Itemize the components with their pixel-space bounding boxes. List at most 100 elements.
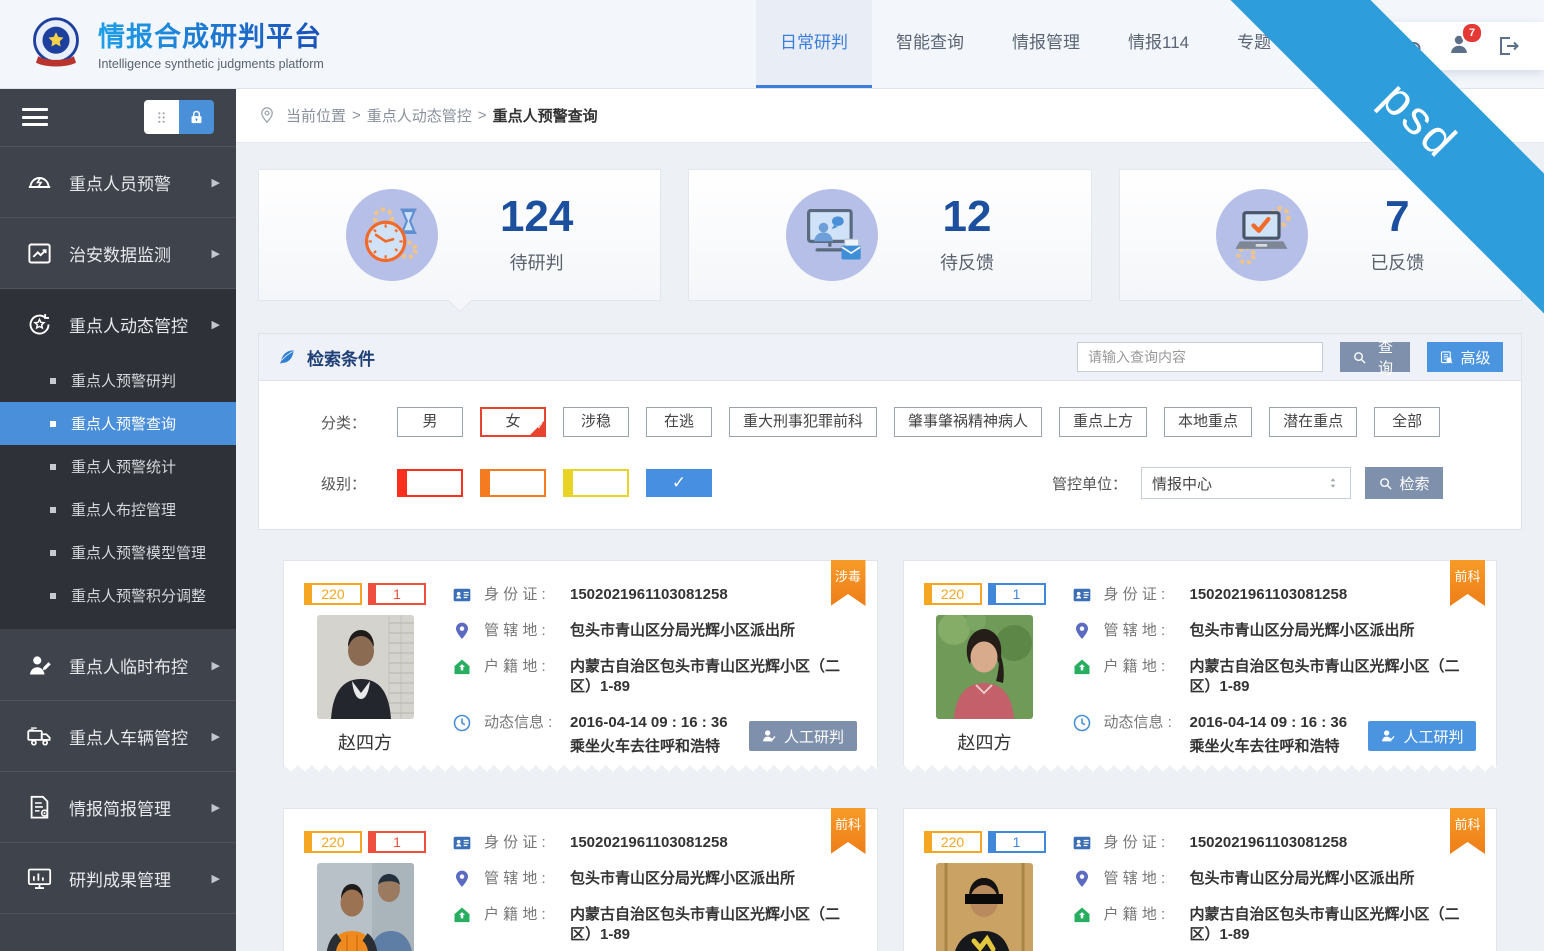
submenu-alert-query[interactable]: 重点人预警查询 <box>0 402 236 445</box>
stat-label: 待反馈 <box>940 249 994 275</box>
sidebar-item-dynamic-control[interactable]: 重点人动态管控 ▶ <box>0 289 236 359</box>
breadcrumb-prefix: 当前位置 <box>286 105 346 126</box>
registered-address: 内蒙古自治区包头市青山区光辉小区（二区）1-89 <box>570 657 857 697</box>
category-female[interactable]: 女 <box>480 407 546 437</box>
submenu-alert-research[interactable]: 重点人预警研判 <box>0 359 236 402</box>
category-major-crime[interactable]: 重大刑事犯罪前科 <box>729 407 877 437</box>
level-yellow[interactable] <box>563 469 629 497</box>
level-orange[interactable] <box>480 469 546 497</box>
category-local-key[interactable]: 本地重点 <box>1164 407 1252 437</box>
category-buttons: 男 女 涉稳 在逃 重大刑事犯罪前科 肇事肇祸精神病人 重点上方 本地重点 潜在… <box>397 407 1440 437</box>
category-all[interactable]: 全部 <box>1374 407 1440 437</box>
nav-tab-daily[interactable]: 日常研判 <box>756 0 872 88</box>
stat-label: 已反馈 <box>1370 249 1424 275</box>
nav-tab-smart-query[interactable]: 智能查询 <box>872 0 988 88</box>
user-menu[interactable]: 7 <box>1447 32 1471 61</box>
control-unit-select[interactable]: 情报中心 <box>1141 467 1351 499</box>
score-badge: 220 <box>304 831 362 853</box>
menu-icon[interactable] <box>22 104 48 131</box>
sidebar-item-temp-control[interactable]: 重点人临时布控 ▶ <box>0 630 236 701</box>
chevron-right-icon: ▶ <box>212 872 220 885</box>
score-badge: 220 <box>924 583 982 605</box>
page: 情报合成研判平台 Intelligence synthetic judgment… <box>0 0 1544 951</box>
manual-judge-button[interactable]: 人工研判 <box>1368 721 1476 751</box>
filter-header: 检索条件 查询 高级 <box>259 334 1521 381</box>
control-unit-value: 情报中心 <box>1152 473 1212 494</box>
stat-card-pending-judge[interactable]: 124 待研判 <box>258 169 661 301</box>
sort-arrows-icon <box>1326 476 1340 490</box>
stat-card-pending-feedback[interactable]: 12 待反馈 <box>688 169 1091 301</box>
clock-hourglass-icon <box>346 189 438 281</box>
sidebar-item-label: 重点人车辆管控 <box>69 724 188 749</box>
sidebar-item-briefing-mgmt[interactable]: 情报简报管理 ▶ <box>0 772 236 843</box>
jurisdiction: 包头市青山区分局光辉小区派出所 <box>570 869 795 889</box>
level-buttons <box>397 469 712 497</box>
content: 124 待研判 12 待反馈 7 已反馈 <box>236 143 1544 951</box>
sidebar-group-dynamic-control: 重点人动态管控 ▶ 重点人预警研判 重点人预警查询 重点人预警统计 重点人布控管… <box>0 289 236 630</box>
level-red[interactable] <box>397 469 463 497</box>
home-icon <box>452 657 472 677</box>
person-card: 前科 220 1 赵四方 身 份 证 :1502021961103081258 <box>903 808 1498 951</box>
feather-icon <box>277 347 297 367</box>
category-potential-key[interactable]: 潜在重点 <box>1269 407 1357 437</box>
registered-address: 内蒙古自治区包头市青山区光辉小区（二区）1-89 <box>1190 657 1477 697</box>
category-key-above[interactable]: 重点上方 <box>1059 407 1147 437</box>
nav-tab-intel114[interactable]: 情报114 <box>1104 0 1213 88</box>
vehicle-icon <box>26 723 53 750</box>
sidebar-item-security-data[interactable]: 治安数据监测 ▶ <box>0 218 236 289</box>
filter-body: 分类： 男 女 涉稳 在逃 重大刑事犯罪前科 肇事肇祸精神病人 重点上方 本地重… <box>259 381 1521 529</box>
sidebar-item-results-mgmt[interactable]: 研判成果管理 ▶ <box>0 843 236 914</box>
chevron-right-icon: ▶ <box>212 318 220 331</box>
sidebar-item-vehicle-control[interactable]: 重点人车辆管控 ▶ <box>0 701 236 772</box>
submenu-alert-stats[interactable]: 重点人预警统计 <box>0 445 236 488</box>
level-label: 级别： <box>321 473 397 494</box>
level-blue-checked[interactable] <box>646 469 712 497</box>
query-button[interactable]: 查询 <box>1340 342 1410 372</box>
app-logo: 情报合成研判平台 Intelligence synthetic judgment… <box>28 15 324 71</box>
lock-icon[interactable] <box>179 100 214 134</box>
jurisdiction: 包头市青山区分局光辉小区派出所 <box>1190 869 1415 889</box>
sidebar-item-key-person-alert[interactable]: 重点人员预警 ▶ <box>0 147 236 218</box>
dynamic-desc: 乘坐火车去往呼和浩特 <box>1190 737 1348 757</box>
suspect-photo[interactable] <box>936 615 1033 719</box>
jurisdiction: 包头市青山区分局光辉小区派出所 <box>1190 621 1415 641</box>
registered-address: 内蒙古自治区包头市青山区光辉小区（二区）1-89 <box>570 905 857 945</box>
category-label: 分类： <box>321 412 397 433</box>
category-stability[interactable]: 涉稳 <box>563 407 629 437</box>
id-card-icon <box>1072 833 1092 853</box>
laptop-check-icon <box>1216 189 1308 281</box>
submenu-score-adjust[interactable]: 重点人预警积分调整 <box>0 574 236 617</box>
category-male[interactable]: 男 <box>397 407 463 437</box>
category-fugitive[interactable]: 在逃 <box>646 407 712 437</box>
suspect-photo[interactable] <box>317 863 414 951</box>
manual-judge-button[interactable]: 人工研判 <box>749 721 857 751</box>
submenu-control-mgmt[interactable]: 重点人布控管理 <box>0 488 236 531</box>
chevron-right-icon: ▶ <box>212 176 220 189</box>
logout-icon[interactable] <box>1496 34 1520 58</box>
briefing-doc-icon <box>26 794 53 821</box>
id-number: 1502021961103081258 <box>570 833 728 853</box>
results-monitor-icon <box>26 865 53 892</box>
suspect-name: 赵四方 <box>304 729 426 755</box>
search-input[interactable] <box>1077 342 1323 372</box>
breadcrumb-parent[interactable]: 重点人动态管控 <box>367 105 472 126</box>
chart-monitor-icon <box>26 240 53 267</box>
advanced-button[interactable]: 高级 <box>1427 342 1503 372</box>
category-mental[interactable]: 肇事肇祸精神病人 <box>894 407 1042 437</box>
location-pin-icon <box>258 106 276 124</box>
sidebar-pin-toggle[interactable] <box>144 100 214 134</box>
police-emblem-icon <box>28 15 84 71</box>
suspect-photo[interactable] <box>936 863 1033 951</box>
notification-badge: 7 <box>1461 22 1483 44</box>
suspect-photo[interactable] <box>317 615 414 719</box>
alarm-icon <box>26 169 53 196</box>
id-number: 1502021961103081258 <box>1190 585 1348 605</box>
retrieve-button[interactable]: 检索 <box>1365 467 1443 499</box>
nav-tab-intel-mgmt[interactable]: 情报管理 <box>988 0 1104 88</box>
grip-icon[interactable] <box>144 100 179 134</box>
dynamic-control-icon <box>26 311 53 338</box>
breadcrumb-current: 重点人预警查询 <box>493 105 598 126</box>
submenu-model-mgmt[interactable]: 重点人预警模型管理 <box>0 531 236 574</box>
sidebar: 重点人员预警 ▶ 治安数据监测 ▶ 重点人动态管控 ▶ 重点人预警研判 重点人预… <box>0 88 236 951</box>
stat-value: 124 <box>500 195 573 239</box>
